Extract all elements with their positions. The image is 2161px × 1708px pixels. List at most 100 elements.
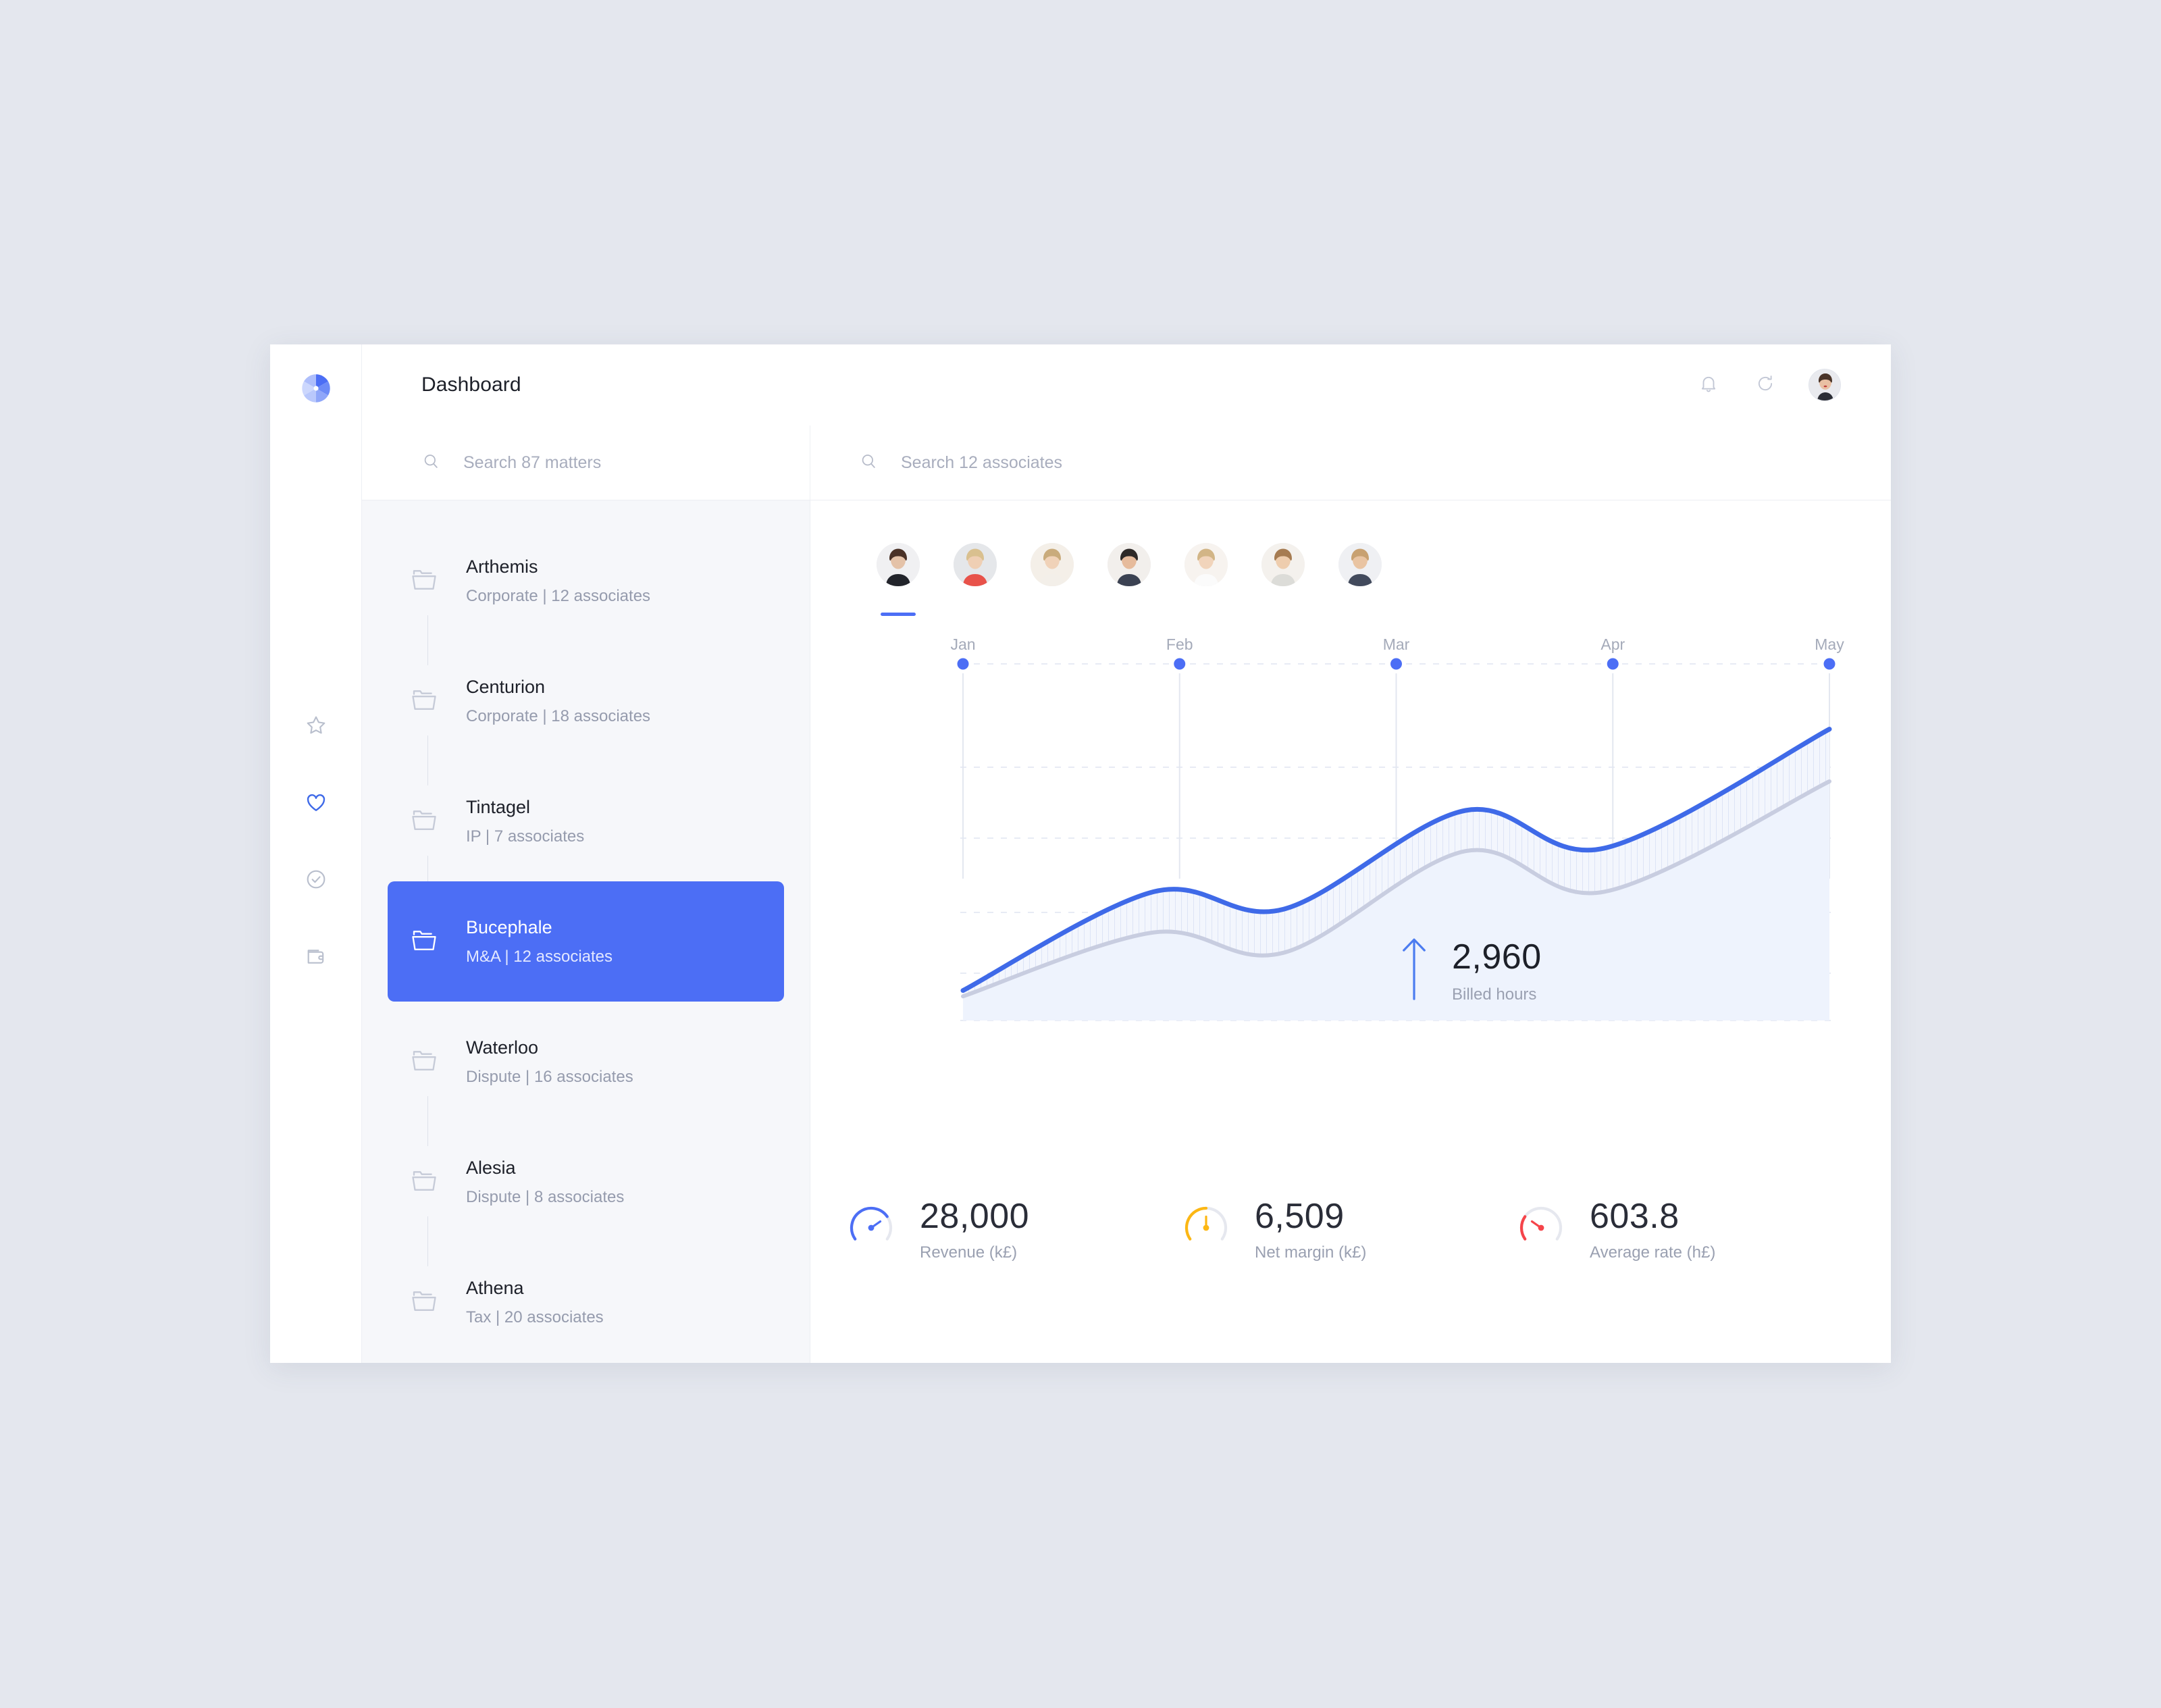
stat-card[interactable]: 28,000 Revenue (k£) [845,1196,1180,1262]
billed-hours-text: 2,960 Billed hours [1452,937,1542,1004]
sidebar-item-billing[interactable] [298,940,334,975]
matter-subtitle: Dispute | 8 associates [466,1187,625,1206]
check-circle-icon [305,868,328,894]
matter-item[interactable]: Tintagel IP | 7 associates [388,761,784,906]
sidebar-item-favourites[interactable] [298,709,334,744]
matter-name: Alesia [466,1157,516,1178]
billed-hours-value: 2,960 [1452,937,1542,977]
matter-subtitle: Dispute | 16 associates [466,1067,633,1086]
avatar [1108,543,1151,586]
chart-marker-dot [1607,658,1619,670]
matter-text: Arthemis Corporate | 12 associates [466,557,650,606]
avatar [877,543,920,586]
associate-avatar-6[interactable] [1261,543,1305,586]
sidebar-item-liked[interactable] [298,786,334,821]
content-area: Arthemis Corporate | 12 associates Centur… [362,500,1891,1363]
matter-name: Waterloo [466,1037,539,1058]
search-matters-input[interactable] [463,452,810,473]
page-title: Dashboard [421,373,521,396]
gauge-icon [1515,1202,1567,1257]
folder-icon [409,566,439,596]
refresh-icon [1755,373,1775,397]
sidebar-item-tasks[interactable] [298,863,334,898]
star-icon [305,714,328,740]
matter-item[interactable]: Arthemis Corporate | 12 associates [388,521,784,665]
stat-value: 603.8 [1590,1197,1680,1236]
matter-text: Athena Tax | 20 associates [466,1278,604,1327]
associate-avatar-7[interactable] [1338,543,1382,586]
billed-hours-chart: Jan Feb Mar Apr May [810,636,1891,1061]
associate-avatar-3[interactable] [1031,543,1074,586]
matter-text: Bucephale M&A | 12 associates [466,917,613,966]
matter-item[interactable]: Alesia Dispute | 8 associates [388,1122,784,1266]
folder-icon [409,806,439,837]
rail-nav [270,709,362,975]
stat-label: Net margin (k£) [1255,1243,1367,1262]
avatar [1261,543,1305,586]
stat-label: Average rate (h£) [1590,1243,1716,1262]
stat-card[interactable]: 603.8 Average rate (h£) [1515,1196,1850,1262]
matters-list: Arthemis Corporate | 12 associates Centur… [362,500,810,1362]
search-icon [421,452,440,474]
heart-icon [305,791,328,817]
folder-icon [409,927,439,957]
billed-hours-label: Billed hours [1452,985,1537,1004]
arrow-up-icon [1399,936,1429,1004]
app-logo[interactable] [270,373,362,407]
matter-text: Waterloo Dispute | 16 associates [466,1037,633,1087]
avatar [1338,543,1382,586]
matter-name: Bucephale [466,916,552,937]
matters-panel: Arthemis Corporate | 12 associates Centur… [362,500,810,1363]
search-row [362,425,1891,500]
bell-icon [1698,373,1719,397]
matter-subtitle: M&A | 12 associates [466,947,613,966]
topbar: Dashboard [362,344,1891,425]
aperture-logo-icon [301,373,332,407]
folder-icon [409,686,439,717]
associates-search-cell [810,425,1891,500]
folder-icon [409,1047,439,1077]
associate-avatar-5[interactable] [1184,543,1228,586]
stat-text: 28,000 Revenue (k£) [920,1196,1029,1262]
associate-avatar-1[interactable] [877,543,920,616]
matter-subtitle: Tax | 20 associates [466,1308,604,1326]
main-column: Dashboard Search 87 matters Search 12 as… [362,344,1891,1363]
chart-marker-dot [1174,658,1186,670]
refresh-button[interactable] [1752,371,1779,398]
gauge-icon [1519,1206,1563,1241]
matter-name: Tintagel [466,796,531,817]
stat-value: 28,000 [920,1197,1030,1236]
wallet-icon [305,945,328,971]
avatar [954,543,997,586]
gauge-icon [845,1202,897,1257]
avatar[interactable] [1808,369,1841,401]
gauge-icon [1184,1206,1228,1241]
search-icon [859,452,878,474]
matters-search-cell [362,425,810,500]
chart-marker-dot [957,658,969,670]
matter-subtitle: Corporate | 12 associates [466,586,651,605]
search-associates-input[interactable] [901,452,1891,473]
matter-subtitle: Corporate | 18 associates [466,706,651,725]
matter-item[interactable]: Centurion Corporate | 18 associates [388,641,784,785]
matter-subtitle: IP | 7 associates [466,827,585,846]
dashboard-window: Dashboard Search 87 matters Search 12 as… [270,344,1891,1363]
folder-icon [409,1167,439,1197]
stat-value: 6,509 [1255,1197,1345,1236]
notifications-button[interactable] [1695,371,1722,398]
matter-item[interactable]: Bucephale M&A | 12 associates [388,881,784,1002]
stat-text: 603.8 Average rate (h£) [1590,1196,1715,1262]
associate-avatar-2[interactable] [954,543,997,586]
matter-name: Athena [466,1277,524,1298]
stat-card[interactable]: 6,509 Net margin (k£) [1180,1196,1515,1262]
avatar [1184,543,1228,586]
associate-avatar-4[interactable] [1108,543,1151,586]
folder-icon [409,1287,439,1318]
topbar-actions [1695,369,1841,401]
chart-marker-dot [1823,658,1835,670]
matter-text: Centurion Corporate | 18 associates [466,677,650,726]
matter-item[interactable]: Waterloo Dispute | 16 associates [388,1002,784,1146]
metrics-panel: Jan Feb Mar Apr May 2,960 Billed hours 2… [810,500,1891,1363]
matter-item[interactable]: Athena Tax | 20 associates [388,1242,784,1362]
chart-canvas [957,658,1835,1021]
